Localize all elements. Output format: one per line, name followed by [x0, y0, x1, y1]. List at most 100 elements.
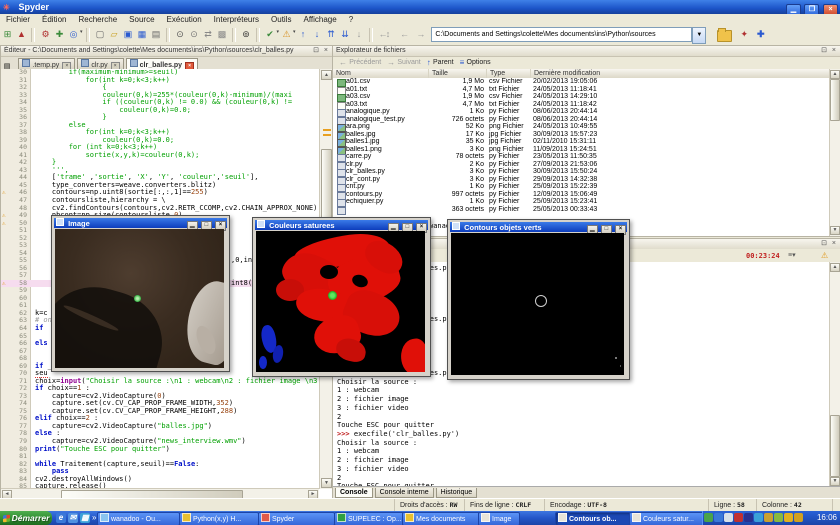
- table-row[interactable]: clr.py2 Kopy Fichier27/09/2013 21:53:06: [333, 161, 830, 169]
- table-row[interactable]: clr_cont.py3 Kopy Fichier29/09/2013 14:3…: [333, 176, 830, 184]
- menu-item-fichier[interactable]: Fichier: [0, 14, 36, 25]
- todo-list-icon[interactable]: ✔: [264, 27, 277, 42]
- explorer-float-icon[interactable]: ⊡: [821, 46, 827, 56]
- forward-nav-icon[interactable]: →: [415, 27, 427, 42]
- editor-close-icon[interactable]: ×: [324, 46, 328, 56]
- replace-icon[interactable]: ⇄: [202, 27, 215, 42]
- console-warning-icon[interactable]: ⚠: [821, 251, 828, 260]
- path-dropdown-icon[interactable]: ▼: [692, 27, 706, 44]
- table-row[interactable]: carre.py78 octetspy Fichier23/05/2013 11…: [333, 153, 830, 161]
- updown-icon[interactable]: ↕: [382, 27, 394, 42]
- table-row[interactable]: cnt.py1 Kopy Fichier25/09/2013 15:22:39: [333, 183, 830, 191]
- run-icon[interactable]: ⊚: [240, 27, 253, 42]
- table-row[interactable]: a03.csv1,9 Mocsv Fichier24/05/2013 14:29…: [333, 93, 830, 101]
- tray-icon[interactable]: [754, 513, 763, 522]
- menu-item-?[interactable]: ?: [343, 14, 359, 25]
- tray-icon[interactable]: [734, 513, 743, 522]
- table-row[interactable]: echiquier.py1 Kopy Fichier25/09/2013 15:…: [333, 198, 830, 206]
- next-cursor-icon[interactable]: ⇊: [339, 27, 352, 42]
- quick-launch-overflow-icon[interactable]: »: [92, 513, 96, 522]
- table-row[interactable]: analogique_test.py726 octetspy Fichier08…: [333, 116, 830, 124]
- console-scrollbar[interactable]: ▲ ▼: [829, 262, 840, 487]
- menu-item-source[interactable]: Source: [123, 14, 160, 25]
- back-nav-icon[interactable]: ←: [398, 27, 410, 42]
- todo-list-icon-dropdown[interactable]: ▾: [277, 29, 280, 35]
- table-row[interactable]: balles.jpg17 Kojpg Fichier30/09/2013 15:…: [333, 131, 830, 139]
- menu-item-recherche[interactable]: Recherche: [72, 14, 123, 25]
- table-row[interactable]: balles1.jpg35 Kojpg Fichier02/11/2010 15…: [333, 138, 830, 146]
- tools-icon[interactable]: ⚙: [39, 27, 52, 42]
- parent-button[interactable]: ↑ Parent: [427, 57, 454, 69]
- editor-float-icon[interactable]: ⊡: [313, 46, 319, 56]
- image-window-titlebar[interactable]: Image ▁ □ ×: [54, 218, 227, 228]
- find-in-files-icon[interactable]: ▩: [216, 27, 229, 42]
- previous-warning-icon[interactable]: ↑: [297, 27, 310, 42]
- taskbar-button-contours-ob-[interactable]: Contours ob...: [555, 512, 631, 525]
- table-row[interactable]: ara.png52 Kopng Fichier24/05/2013 10:49:…: [333, 123, 830, 131]
- table-row[interactable]: a03.txt4,7 Motxt Fichier24/05/2013 11:18…: [333, 101, 830, 109]
- console-tab-console[interactable]: Console: [335, 488, 373, 498]
- tray-icon[interactable]: [714, 513, 723, 522]
- console-close-icon[interactable]: ×: [832, 239, 836, 249]
- tray-icon[interactable]: [784, 513, 793, 522]
- console-float-icon[interactable]: ⊡: [821, 239, 827, 249]
- tray-icon[interactable]: [794, 513, 803, 522]
- tab-clrpy[interactable]: clr.py×: [77, 58, 123, 69]
- taskbar-button-image[interactable]: Image: [478, 512, 520, 525]
- next-button[interactable]: → Suivant: [387, 57, 421, 69]
- contours-window-titlebar[interactable]: Contours objets verts ▁ □ ×: [450, 222, 627, 232]
- menu-item-affichage[interactable]: Affichage: [297, 14, 342, 25]
- table-row[interactable]: a01.txt4,7 Motxt Fichier24/05/2013 11:18…: [333, 86, 830, 94]
- tray-icon[interactable]: [704, 513, 713, 522]
- find-next-icon[interactable]: ⊙: [188, 27, 201, 42]
- console-tab-historique[interactable]: Historique: [436, 488, 478, 498]
- saturated-window-titlebar[interactable]: Couleurs saturees ▁ □ ×: [255, 220, 428, 230]
- spyder-titlebar[interactable]: ✳ Spyder ▁ ❐ ×: [0, 0, 840, 14]
- previous-button[interactable]: ← Précédent: [339, 57, 381, 69]
- add-dir-icon[interactable]: ✚: [755, 27, 767, 42]
- previous-cursor-icon[interactable]: ⇈: [325, 27, 338, 42]
- preferences-icon-dropdown[interactable]: ▾: [80, 29, 83, 35]
- taskbar-button-wanadoo-ou-[interactable]: wanadoo - Ou...: [97, 512, 180, 525]
- table-row[interactable]: 363 octetspy Fichier25/05/2013 00:33:43: [333, 206, 830, 214]
- menu-item-outils[interactable]: Outils: [265, 14, 297, 25]
- save-icon[interactable]: ▣: [122, 27, 135, 42]
- open-file-icon[interactable]: ▱: [108, 27, 121, 42]
- ie-quick-launch-icon[interactable]: e: [56, 513, 66, 523]
- options-button[interactable]: ≡ Options: [460, 57, 491, 69]
- tray-icon[interactable]: [724, 513, 733, 522]
- taskbar-button-couleurs-satur-[interactable]: Couleurs satur...: [629, 512, 704, 525]
- last-edit-icon[interactable]: ↓: [353, 27, 366, 42]
- next-warning-icon[interactable]: ↓: [311, 27, 324, 42]
- start-button[interactable]: Démarrer: [0, 511, 52, 525]
- set-console-dir-icon[interactable]: ✦: [738, 27, 750, 42]
- menu-item-interprteurs[interactable]: Interpréteurs: [208, 14, 265, 25]
- explorer-scrollbar[interactable]: ▲ ▼: [829, 69, 840, 236]
- print-icon[interactable]: ▤: [150, 27, 163, 42]
- browse-folder-icon[interactable]: [717, 30, 732, 42]
- preferences-icon[interactable]: ◎: [67, 27, 80, 42]
- console-options-icon[interactable]: ≡▾: [788, 251, 796, 259]
- fullscreen-icon[interactable]: ⊞: [1, 27, 14, 42]
- taskbar-button-supelec-op-[interactable]: SUPELEC : Op...: [334, 512, 404, 525]
- mail-quick-launch-icon[interactable]: ✉: [68, 513, 78, 523]
- table-row[interactable]: analogique.py1 Kopy Fichier08/06/2013 20…: [333, 108, 830, 116]
- explorer-close-icon[interactable]: ×: [832, 46, 836, 56]
- layout-icon[interactable]: ▲: [15, 27, 28, 42]
- tab-clr_ballespy[interactable]: clr_balles.py×: [126, 58, 198, 69]
- menu-item-dition[interactable]: Édition: [36, 14, 72, 25]
- tray-icon[interactable]: [764, 513, 773, 522]
- new-file-icon[interactable]: ▢: [94, 27, 107, 42]
- add-path-icon[interactable]: ✚: [53, 27, 66, 42]
- file-list[interactable]: a01.csv1,9 Mocsv Fichier20/02/2013 19:05…: [333, 78, 830, 236]
- tab-temppy[interactable]: .temp.py×: [18, 58, 75, 69]
- table-row[interactable]: balles1.png3 Kopng Fichier11/09/2013 15:…: [333, 146, 830, 154]
- table-row[interactable]: a01.csv1,9 Mocsv Fichier20/02/2013 19:05…: [333, 78, 830, 86]
- warning-list-icon-dropdown[interactable]: ▾: [293, 29, 296, 35]
- path-input[interactable]: C:\Documents and Settings\colette\Mes do…: [431, 27, 692, 42]
- find-icon[interactable]: ⊙: [174, 27, 187, 42]
- tray-icon[interactable]: [744, 513, 753, 522]
- desktop-quick-launch-icon[interactable]: ▦: [80, 513, 90, 523]
- table-row[interactable]: clr_balles.py3 Kopy Fichier30/09/2013 15…: [333, 168, 830, 176]
- taskbar-button-python-x-y-h-[interactable]: Python(x,y) H...: [179, 512, 259, 525]
